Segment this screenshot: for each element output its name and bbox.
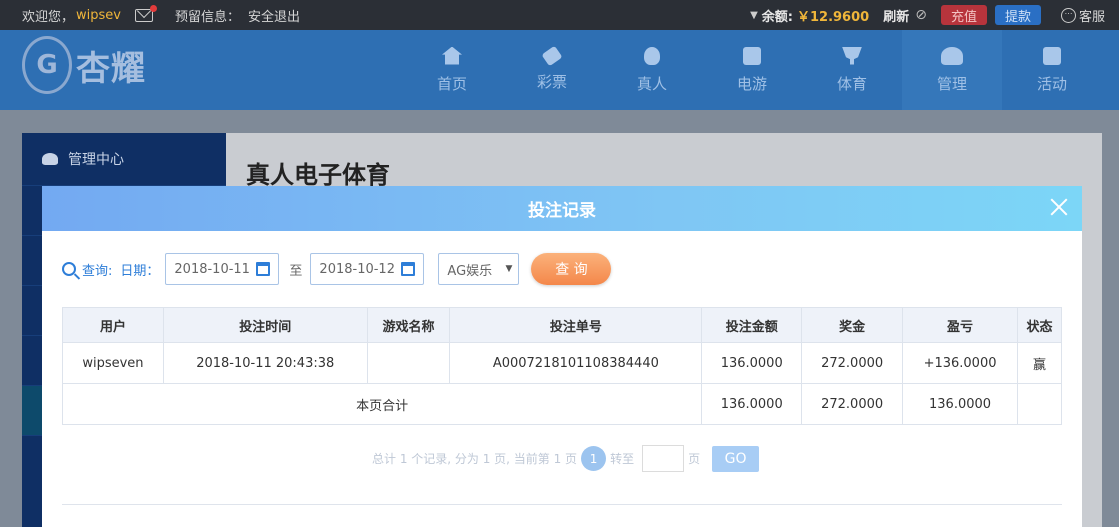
query-bar: 查询: 日期： 2018-10-11 至 2018-10-12 AG娱乐 ▼ 查… [62,253,612,285]
modal-header: 投注记录 [42,186,1082,231]
column-header: 状态 [1016,307,1063,343]
bet-record-modal: 投注记录 查询: 日期： 2018-10-11 至 2018-10-12 AG娱… [42,186,1082,527]
cell-bonus: 272.0000 [801,342,904,384]
date-from-value: 2018-10-11 [174,261,250,277]
customer-service-label: 客服 [1078,9,1105,25]
subtotal-bonus: 272.0000 [801,383,904,425]
sidebar-title: 管理中心 [68,152,124,168]
column-header: 投注单号 [449,307,703,343]
goto-label: 转至 [610,452,635,466]
reserved-info-link[interactable]: 预留信息： [175,6,240,25]
nav-item-label: 体育 [836,74,867,93]
nav-item-label: 活动 [1036,74,1067,93]
balance-value: ￥12.9600 [796,9,870,25]
home-icon [442,46,462,65]
subtotal-label: 本页合计 [61,383,703,425]
hide-balance-icon[interactable]: ⊘ [915,7,927,23]
nav-item-label: 真人 [636,74,667,93]
sidebar-header[interactable]: 管理中心 [22,133,226,185]
column-header: 奖金 [801,307,904,343]
go-button[interactable]: GO [712,445,760,472]
ticket-icon [541,45,563,66]
bet-record-table: 用户 投注时间 游戏名称 投注单号 投注金额 奖金 盈亏 状态 wipseven… [61,307,1063,425]
column-header: 盈亏 [902,307,1018,343]
divider [62,504,1062,505]
platform-selected-value: AG娱乐 [447,263,493,279]
main-header: G 杏耀 首页 彩票 真人 电游 体育 管理 活动 [0,30,1119,110]
platform-select[interactable]: AG娱乐 ▼ [438,253,520,285]
cell-game-name [366,342,451,384]
subtotal-profit: 136.0000 [902,383,1018,425]
column-header: 用户 [62,307,164,343]
slot-machine-icon [743,46,761,65]
modal-title: 投注记录 [528,201,596,221]
refresh-link[interactable]: 刷新 [883,6,909,25]
search-icon [62,262,76,276]
chevron-down-icon[interactable]: ▼ [750,10,758,21]
mail-icon[interactable] [134,4,157,22]
date-to-value: 2018-10-12 [319,261,395,277]
nav-item-label: 管理 [936,74,967,93]
calendar-icon[interactable] [256,262,271,276]
close-icon[interactable] [1048,196,1070,218]
nav-item-lottery[interactable]: 彩票 [502,30,602,110]
nav-item-manage[interactable]: 管理 [902,30,1002,110]
page-unit-label: 页 [688,452,701,466]
date-label: 日期： [120,263,160,279]
logout-link[interactable]: 安全退出 [248,6,300,25]
column-header: 游戏名称 [366,307,451,343]
table-row: wipseven 2018-10-11 20:43:38 A0007218101… [62,342,1063,384]
withdraw-button[interactable]: 提款 [994,5,1041,25]
date-to-input[interactable]: 2018-10-12 [310,253,425,285]
cell-bet-id: A0007218101108384440 [449,342,703,384]
welcome-text: 欢迎您， [22,9,75,25]
nav-item-label: 首页 [436,74,467,93]
subtotal-bet-amount: 136.0000 [701,383,803,425]
chat-icon: ⋯ [1060,7,1076,23]
cell-status: 赢 [1016,342,1063,384]
customer-service-link[interactable]: ⋯ 客服 [1060,6,1105,25]
calendar-icon[interactable] [401,262,416,276]
gift-icon [1043,46,1061,65]
users-icon [42,153,58,165]
nav-item-home[interactable]: 首页 [402,30,502,110]
query-label: 查询: [82,263,113,279]
page-number-current[interactable]: 1 [581,446,607,471]
trophy-icon [842,46,862,65]
nav-item-label: 电游 [736,74,767,93]
date-from-input[interactable]: 2018-10-11 [165,253,280,285]
users-icon [941,46,963,65]
cell-bet-amount: 136.0000 [701,342,803,384]
query-button[interactable]: 查 询 [531,253,612,285]
site-logo[interactable]: G 杏耀 [22,36,146,94]
column-header: 投注金额 [701,307,803,343]
table-header-row: 用户 投注时间 游戏名称 投注单号 投注金额 奖金 盈亏 状态 [62,307,1063,343]
balance-label: 余额: [761,9,793,25]
pagination-summary: 总计 1 个记录, 分为 1 页, 当前第 1 页 [372,452,578,466]
page-jump-input[interactable] [642,445,685,472]
nav-item-live[interactable]: 真人 [602,30,702,110]
notification-dot [149,4,157,12]
nav-item-promotions[interactable]: 活动 [1002,30,1102,110]
main-nav: 首页 彩票 真人 电游 体育 管理 活动 [402,30,1102,110]
cell-user: wipseven [62,342,164,384]
live-dealer-icon [644,46,660,65]
date-range-separator: 至 [289,263,303,279]
pagination: 总计 1 个记录, 分为 1 页, 当前第 1 页 1 转至 页 GO [372,445,760,472]
username[interactable]: wipsev [76,8,121,23]
subtotal-row: 本页合计 136.0000 272.0000 136.0000 [61,383,1063,425]
recharge-button[interactable]: 充值 [940,5,987,25]
logo-text: 杏耀 [76,48,146,89]
cell-bet-time: 2018-10-11 20:43:38 [162,342,368,384]
nav-item-sports[interactable]: 体育 [802,30,902,110]
top-bar: 欢迎您， wipsev 预留信息： 安全退出 ▼ 余额: ￥12.9600 刷新… [0,0,1119,30]
column-header: 投注时间 [162,307,368,343]
nav-item-slots[interactable]: 电游 [702,30,802,110]
logo-emblem-icon: G [22,36,72,94]
nav-item-label: 彩票 [536,72,567,91]
page-title: 真人电子体育 [246,161,390,189]
chevron-down-icon: ▼ [505,264,513,274]
subtotal-status [1016,383,1063,425]
cell-profit: +136.0000 [902,342,1018,384]
